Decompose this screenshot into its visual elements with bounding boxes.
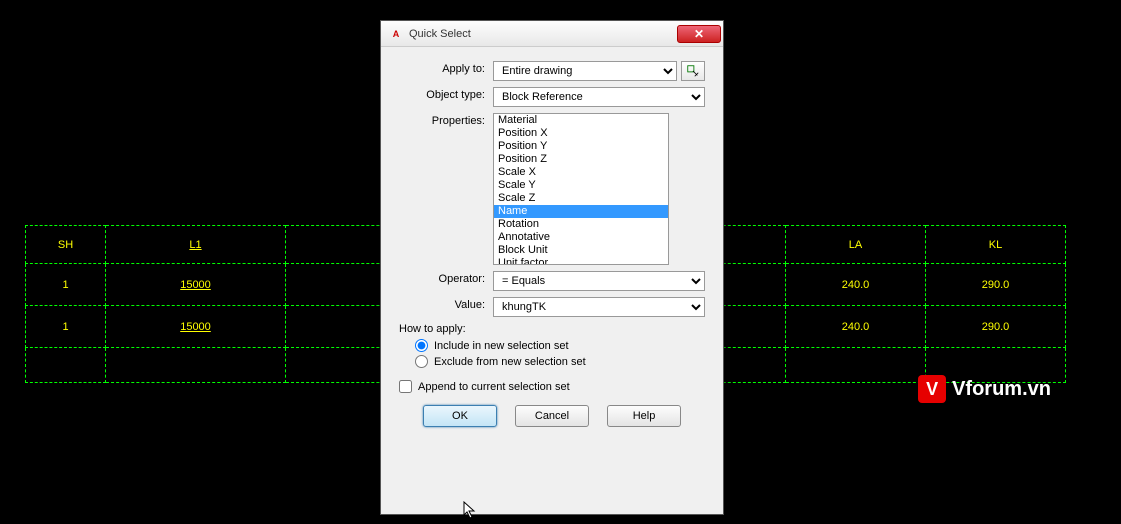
close-icon: ✕ bbox=[694, 27, 704, 41]
table-cell bbox=[26, 348, 106, 383]
header-la: LA bbox=[786, 226, 926, 264]
listbox-item[interactable]: Material bbox=[494, 114, 668, 127]
dialog-title: Quick Select bbox=[409, 28, 677, 40]
table-cell: 1 bbox=[26, 306, 106, 348]
listbox-item[interactable]: Position Z bbox=[494, 153, 668, 166]
table-cell: 240.0 bbox=[786, 264, 926, 306]
exclude-radio-row[interactable]: Exclude from new selection set bbox=[415, 355, 705, 368]
include-radio[interactable] bbox=[415, 339, 428, 352]
listbox-item[interactable]: Unit factor bbox=[494, 257, 668, 265]
listbox-item[interactable]: Position Y bbox=[494, 140, 668, 153]
table-cell: 15000 bbox=[106, 306, 286, 348]
table-cell: 1 bbox=[26, 264, 106, 306]
properties-listbox[interactable]: MaterialPosition XPosition YPosition ZSc… bbox=[493, 113, 669, 265]
close-button[interactable]: ✕ bbox=[677, 25, 721, 43]
listbox-item[interactable]: Annotative bbox=[494, 231, 668, 244]
listbox-item[interactable]: Scale X bbox=[494, 166, 668, 179]
header-kl: KL bbox=[926, 226, 1066, 264]
ok-button[interactable]: OK bbox=[423, 405, 497, 427]
value-label: Value: bbox=[399, 297, 493, 311]
how-to-apply-label: How to apply: bbox=[399, 323, 705, 335]
properties-label: Properties: bbox=[399, 113, 493, 127]
select-objects-button[interactable] bbox=[681, 61, 705, 81]
cancel-button[interactable]: Cancel bbox=[515, 405, 589, 427]
header-sh: SH bbox=[26, 226, 106, 264]
exclude-radio[interactable] bbox=[415, 355, 428, 368]
operator-select[interactable]: = Equals bbox=[493, 271, 705, 291]
include-radio-row[interactable]: Include in new selection set bbox=[415, 339, 705, 352]
select-objects-icon bbox=[686, 64, 700, 78]
watermark-text: Vforum.vn bbox=[952, 378, 1051, 401]
listbox-item[interactable]: Block Unit bbox=[494, 244, 668, 257]
append-checkbox-row[interactable]: Append to current selection set bbox=[399, 380, 705, 393]
table-cell: 290.0 bbox=[926, 306, 1066, 348]
help-button[interactable]: Help bbox=[607, 405, 681, 427]
table-cell: 240.0 bbox=[786, 306, 926, 348]
object-type-select[interactable]: Block Reference bbox=[493, 87, 705, 107]
exclude-radio-label: Exclude from new selection set bbox=[434, 356, 586, 368]
listbox-item[interactable]: Name bbox=[494, 205, 668, 218]
include-radio-label: Include in new selection set bbox=[434, 340, 569, 352]
app-icon: A bbox=[387, 25, 405, 43]
table-cell: 290.0 bbox=[926, 264, 1066, 306]
table-cell bbox=[786, 348, 926, 383]
table-cell: 15000 bbox=[106, 264, 286, 306]
apply-to-select[interactable]: Entire drawing bbox=[493, 61, 677, 81]
listbox-item[interactable]: Rotation bbox=[494, 218, 668, 231]
value-select[interactable]: khungTK bbox=[493, 297, 705, 317]
watermark-badge-icon: V bbox=[918, 375, 946, 403]
header-l1: L1 bbox=[106, 226, 286, 264]
apply-to-label: Apply to: bbox=[399, 61, 493, 75]
table-cell bbox=[106, 348, 286, 383]
operator-label: Operator: bbox=[399, 271, 493, 285]
titlebar[interactable]: A Quick Select ✕ bbox=[381, 21, 723, 47]
listbox-item[interactable]: Scale Y bbox=[494, 179, 668, 192]
listbox-item[interactable]: Scale Z bbox=[494, 192, 668, 205]
watermark: V Vforum.vn bbox=[918, 375, 1051, 403]
append-checkbox-label: Append to current selection set bbox=[418, 381, 570, 393]
append-checkbox[interactable] bbox=[399, 380, 412, 393]
quick-select-dialog: A Quick Select ✕ Apply to: Entire drawin… bbox=[380, 20, 724, 515]
object-type-label: Object type: bbox=[399, 87, 493, 101]
listbox-item[interactable]: Position X bbox=[494, 127, 668, 140]
